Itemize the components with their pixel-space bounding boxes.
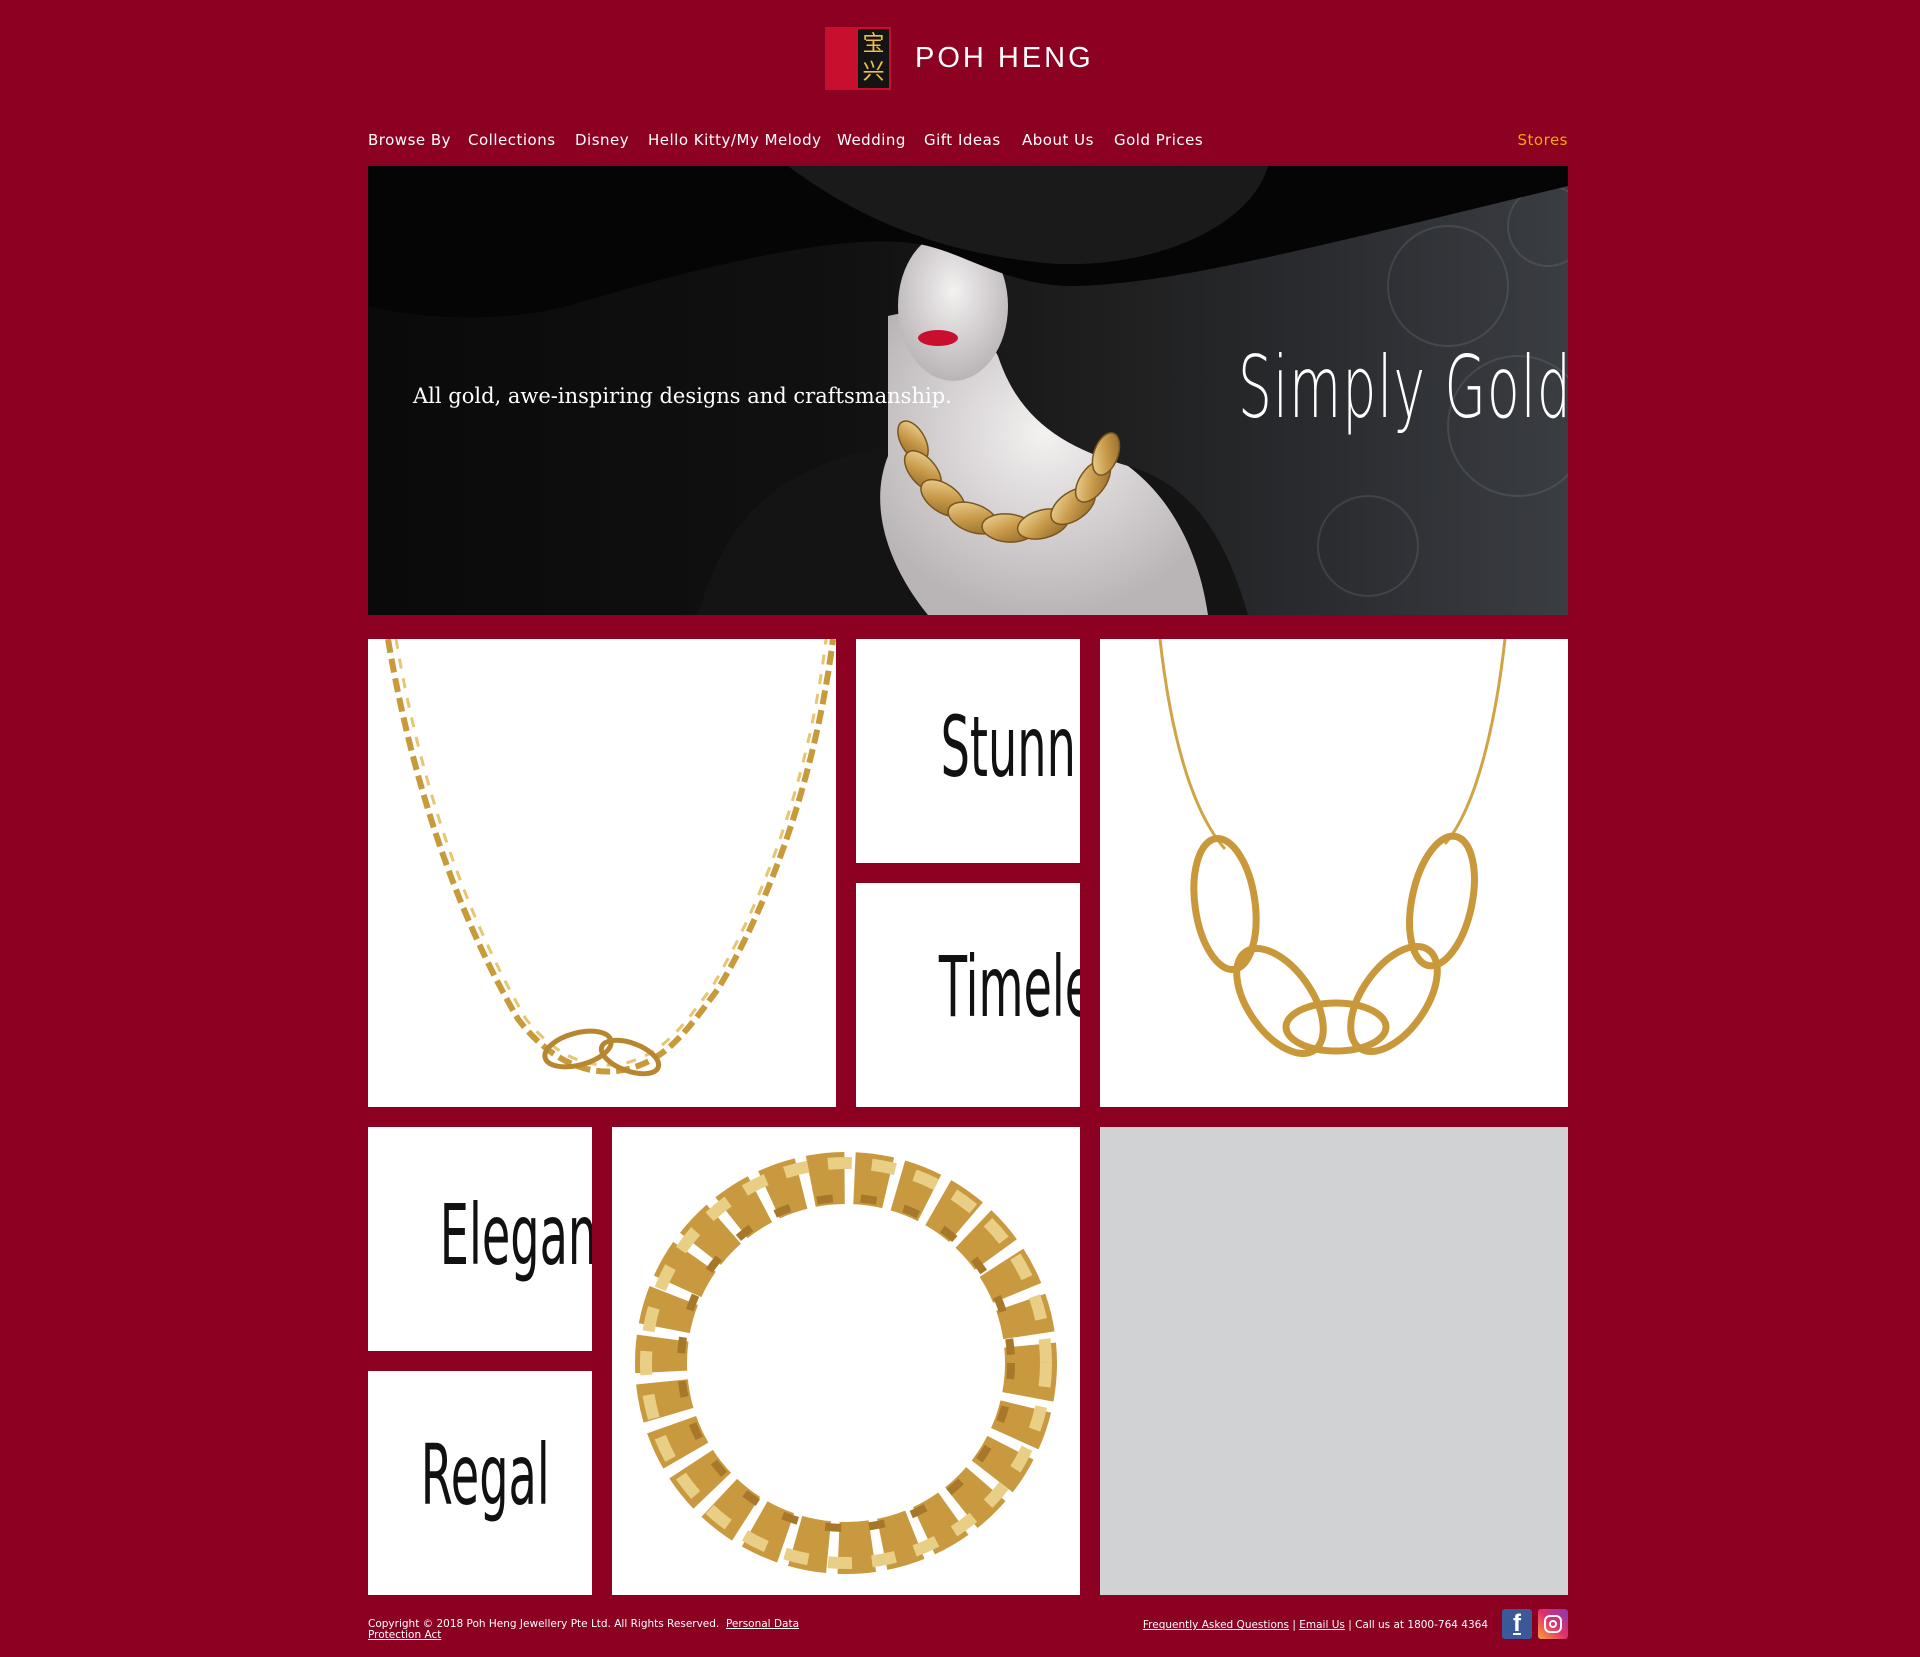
word-tile-stunning: Stunning [856, 639, 1080, 863]
word-elegant: Elegant [439, 1186, 592, 1284]
footer-links: Frequently Asked Questions | Email Us | … [1143, 1619, 1488, 1631]
nav-collections[interactable]: Collections [468, 131, 556, 149]
faq-link[interactable]: Frequently Asked Questions [1143, 1619, 1289, 1631]
word-stunning: Stunning [940, 698, 1080, 796]
hero-title: Simply Gold [1238, 338, 1568, 438]
oval-link-necklace-image [1158, 639, 1507, 1057]
nav-hello-kitty[interactable]: Hello Kitty/My Melody [648, 131, 822, 149]
nav-about-us[interactable]: About Us [1022, 131, 1094, 149]
brand-name: POH HENG [915, 42, 1094, 74]
seal-char-1: 宝 [862, 32, 885, 57]
nav-gold-prices[interactable]: Gold Prices [1114, 131, 1203, 149]
call-text: Call us at 1800-764 4364 [1355, 1619, 1488, 1631]
seal-char-2: 兴 [862, 60, 885, 85]
word-tile-timeless: Timeless [856, 883, 1080, 1107]
product-tile-round-chain[interactable] [612, 1127, 1080, 1595]
facebook-icon[interactable]: f [1502, 1609, 1532, 1639]
placeholder-tile [1100, 1127, 1568, 1595]
product-tile-curb-chain[interactable] [368, 639, 836, 1107]
email-link[interactable]: Email Us [1299, 1619, 1345, 1631]
product-tile-oval-link[interactable] [1100, 639, 1568, 1107]
word-tile-regal: Regal [368, 1371, 592, 1595]
main-nav: Browse By Collections Disney Hello Kitty… [368, 131, 1568, 151]
hero-tagline: All gold, awe-inspiring designs and craf… [413, 384, 952, 408]
curb-chain-necklace-image [385, 639, 836, 1077]
round-chain-necklace-image [635, 1152, 1057, 1574]
instagram-camera-glyph [1544, 1615, 1562, 1633]
hero-banner[interactable]: All gold, awe-inspiring designs and craf… [368, 166, 1568, 615]
nav-stores[interactable]: Stores [1518, 131, 1568, 149]
nav-browse-by[interactable]: Browse By [368, 131, 451, 149]
nav-gift-ideas[interactable]: Gift Ideas [924, 131, 1001, 149]
nav-wedding[interactable]: Wedding [837, 131, 906, 149]
word-timeless: Timeless [938, 938, 1080, 1036]
instagram-icon[interactable] [1538, 1609, 1568, 1639]
word-tile-elegant: Elegant [368, 1127, 592, 1351]
logo-mark: 宝 兴 [825, 27, 891, 90]
footer-separator-1: | [1292, 1619, 1296, 1631]
logo-seal: 宝 兴 [858, 29, 889, 88]
footer-separator-2: | [1348, 1619, 1352, 1631]
word-regal: Regal [420, 1426, 550, 1524]
nav-disney[interactable]: Disney [575, 131, 629, 149]
brand-logo[interactable]: 宝 兴 POH HENG [825, 27, 1094, 90]
footer-copyright: Copyright © 2018 Poh Heng Jewellery Pte … [368, 1619, 848, 1641]
